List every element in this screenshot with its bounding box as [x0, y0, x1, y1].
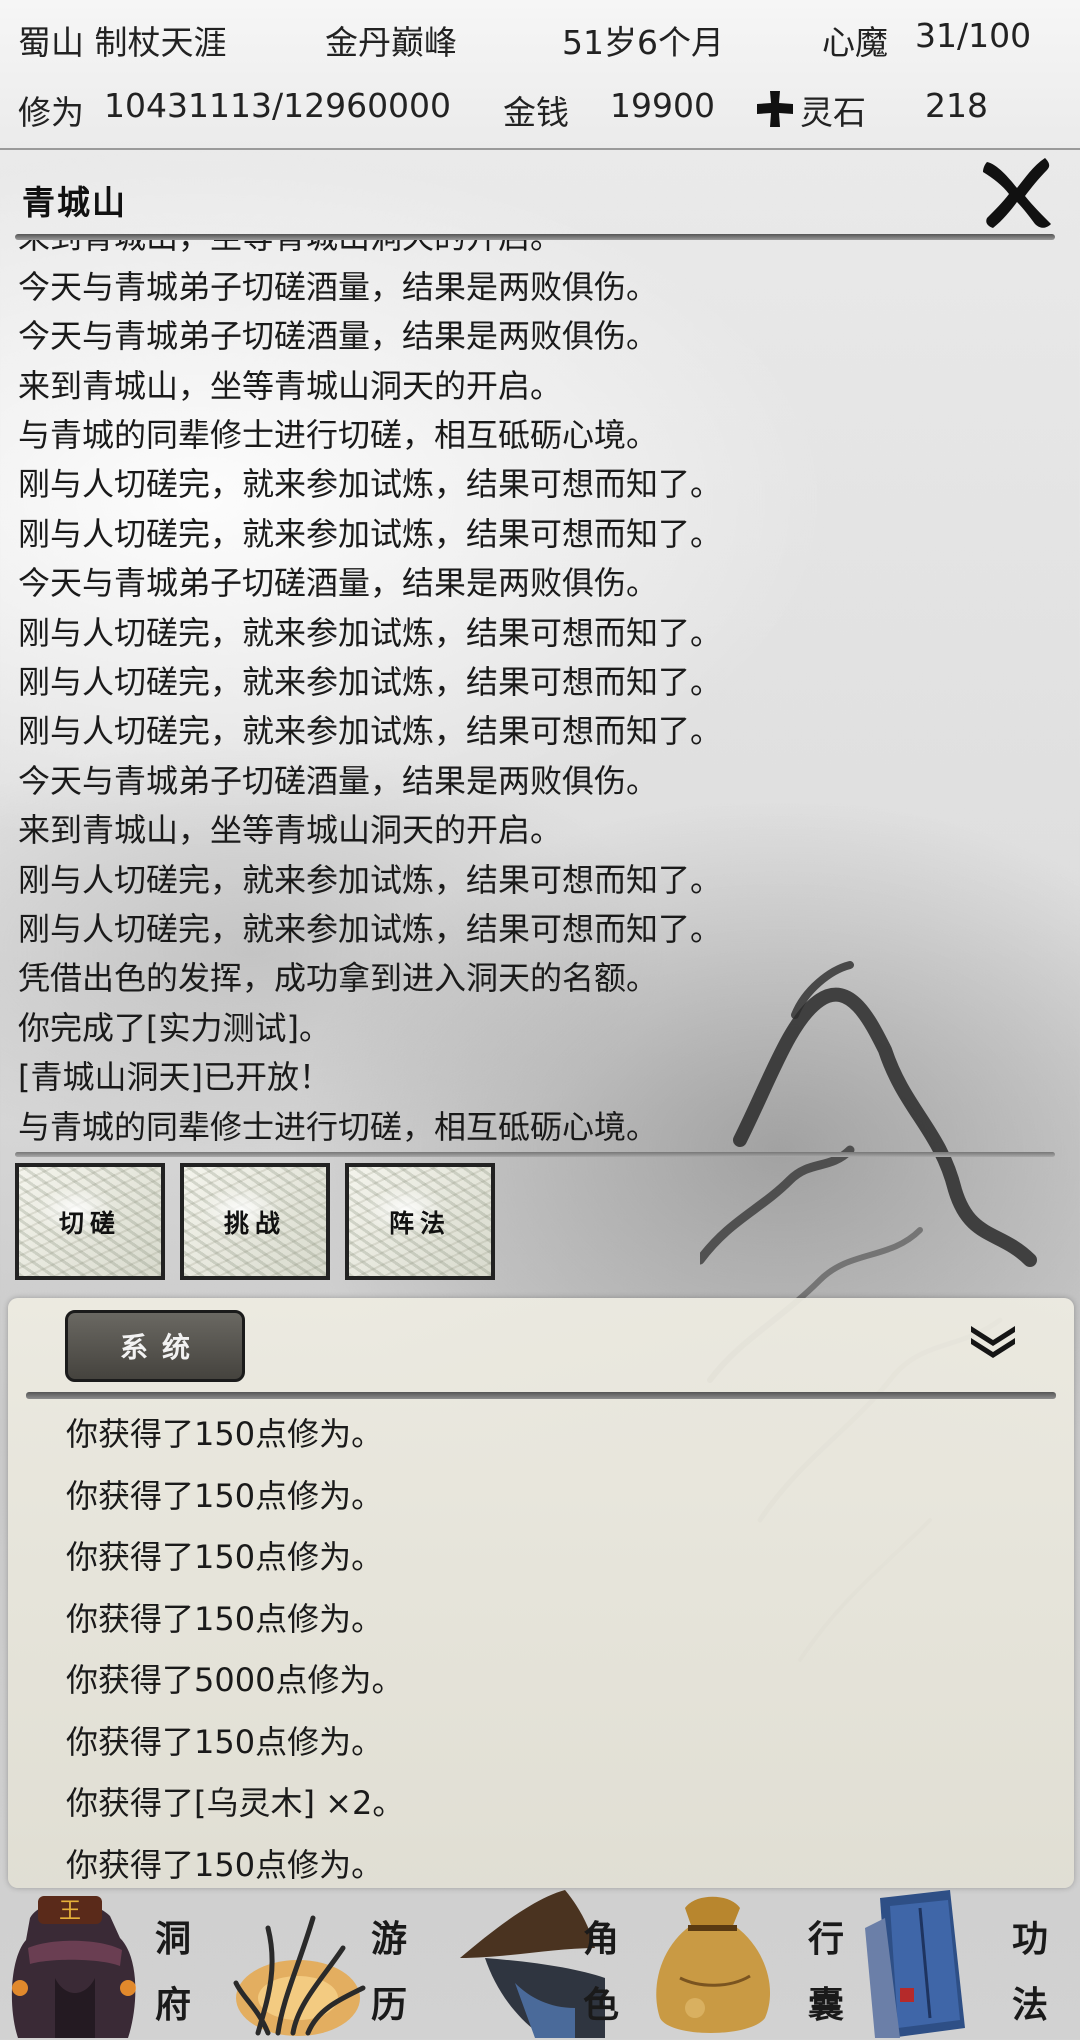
- spar-button[interactable]: 切磋: [15, 1163, 165, 1280]
- nav-bag-label-bottom: 囊: [808, 1984, 845, 2026]
- nav-skills[interactable]: 功 法: [860, 1888, 1080, 2040]
- system-message: 你获得了150点修为。: [66, 1538, 384, 1576]
- age-label: 51岁6个月: [562, 23, 724, 62]
- panel-title: 青城山: [22, 183, 127, 222]
- spirit-stone-add-icon[interactable]: [754, 88, 796, 130]
- formation-button[interactable]: 阵法: [345, 1163, 495, 1280]
- nav-bag-label-top: 行: [808, 1918, 845, 1960]
- log-line: 来到青城山，坐等青城山洞天的开启。: [18, 240, 1058, 263]
- log-line: 凭借出色的发挥，成功拿到进入洞天的名额。: [18, 959, 659, 998]
- event-log[interactable]: 来到青城山，坐等青城山洞天的开启。今天与青城弟子切磋酒量，结果是两败俱伤。今天与…: [0, 240, 1080, 1152]
- log-line: 刚与人切磋完，就来参加试炼，结果可想而知了。: [18, 909, 723, 948]
- log-line: 今天与青城弟子切磋酒量，结果是两败俱伤。: [18, 267, 659, 306]
- system-tab-label: 系统: [119, 1331, 204, 1364]
- bag-icon: [656, 1896, 771, 2033]
- nav-skills-label-top: 功: [1012, 1918, 1049, 1960]
- cultivation-value: 10431113/12960000: [104, 86, 452, 125]
- nav-character-label-bottom: 色: [583, 1984, 620, 2026]
- log-line: 刚与人切磋完，就来参加试炼，结果可想而知了。: [18, 860, 723, 899]
- skill-book-icon: [865, 1890, 965, 2038]
- log-line: 刚与人切磋完，就来参加试炼，结果可想而知了。: [18, 613, 723, 652]
- spirit-stone-value: 218: [925, 86, 988, 125]
- nav-travel-label-top: 游: [371, 1918, 408, 1960]
- log-line: 来到青城山，坐等青城山洞天的开启。: [18, 366, 563, 405]
- heart-demon-value: 31/100: [915, 16, 1032, 55]
- formation-button-label: 阵法: [388, 1208, 451, 1238]
- nav-skills-label-bottom: 法: [1012, 1984, 1049, 2026]
- system-message: 你获得了5000点修为。: [66, 1661, 404, 1699]
- realm-label: 金丹巅峰: [325, 23, 457, 62]
- log-line: 刚与人切磋完，就来参加试炼，结果可想而知了。: [18, 712, 723, 751]
- nav-cave-label-top: 洞: [155, 1918, 192, 1960]
- system-tab[interactable]: 系统: [65, 1310, 245, 1382]
- log-divider: [15, 1152, 1055, 1157]
- log-line: 刚与人切磋完，就来参加试炼，结果可想而知了。: [18, 514, 723, 553]
- svg-text:王: 王: [59, 1899, 81, 1924]
- chevron-double-down-icon[interactable]: [963, 1318, 1023, 1362]
- system-message: 你获得了150点修为。: [66, 1845, 384, 1884]
- log-line: 你完成了[实力测试]。: [18, 1008, 331, 1047]
- log-line: 来到青城山，坐等青城山洞天的开启。: [18, 811, 563, 850]
- nav-cave-label-bottom: 府: [155, 1984, 192, 2026]
- heart-demon-label: 心魔: [822, 23, 888, 62]
- system-message: 你获得了150点修为。: [66, 1415, 384, 1453]
- money-value: 19900: [610, 86, 715, 125]
- log-line: 今天与青城弟子切磋酒量，结果是两败俱伤。: [18, 761, 659, 800]
- log-line: 与青城的同辈修士进行切磋，相互砥砺心境。: [18, 1107, 659, 1146]
- spirit-stone-label: 灵石: [800, 93, 866, 132]
- system-message-list[interactable]: 你获得了150点修为。 你获得了150点修为。 你获得了150点修为。 你获得了150…: [66, 1404, 1046, 1896]
- challenge-button-label: 挑战: [223, 1208, 286, 1238]
- log-line: 刚与人切磋完，就来参加试炼，结果可想而知了。: [18, 465, 723, 504]
- travel-grass-icon: [233, 1915, 366, 2036]
- money-label: 金钱: [503, 93, 569, 132]
- log-line: 今天与青城弟子切磋酒量，结果是两败俱伤。: [18, 317, 659, 356]
- log-line: 今天与青城弟子切磋酒量，结果是两败俱伤。: [18, 564, 659, 603]
- system-message: 你获得了150点修为。: [66, 1599, 384, 1638]
- status-bar: 蜀山 制杖天涯 金丹巅峰 51岁6个月 心魔 31/100 修为 1043111…: [0, 0, 1080, 150]
- system-message: 你获得了150点修为。: [66, 1722, 384, 1761]
- location-label: 蜀山 制杖天涯: [18, 23, 227, 62]
- system-message: 你获得了150点修为。: [66, 1476, 384, 1515]
- system-message: 你获得了[乌灵木] ×2。: [66, 1784, 405, 1822]
- close-icon[interactable]: [975, 148, 1057, 236]
- spar-button-label: 切磋: [58, 1208, 121, 1238]
- bottom-nav: 王 洞 府 游 历 角 色 行 囊 功 法: [0, 1888, 1080, 2040]
- nav-character-label-top: 角: [583, 1918, 620, 1960]
- log-line: 与青城的同辈修士进行切磋，相互砥砺心境。: [18, 415, 659, 454]
- log-line: [青城山洞天]已开放！: [18, 1058, 331, 1097]
- cultivation-label: 修为: [18, 93, 84, 132]
- system-divider: [26, 1392, 1056, 1399]
- cave-mansion-icon: 王: [11, 1896, 136, 2038]
- challenge-button[interactable]: 挑战: [180, 1163, 330, 1280]
- system-message-panel: 系统 你获得了150点修为。 你获得了150点修为。 你获得了150点修为。 你获得了…: [8, 1298, 1074, 1888]
- nav-travel-label-bottom: 历: [371, 1984, 408, 2026]
- log-line: 刚与人切磋完，就来参加试炼，结果可想而知了。: [18, 662, 723, 701]
